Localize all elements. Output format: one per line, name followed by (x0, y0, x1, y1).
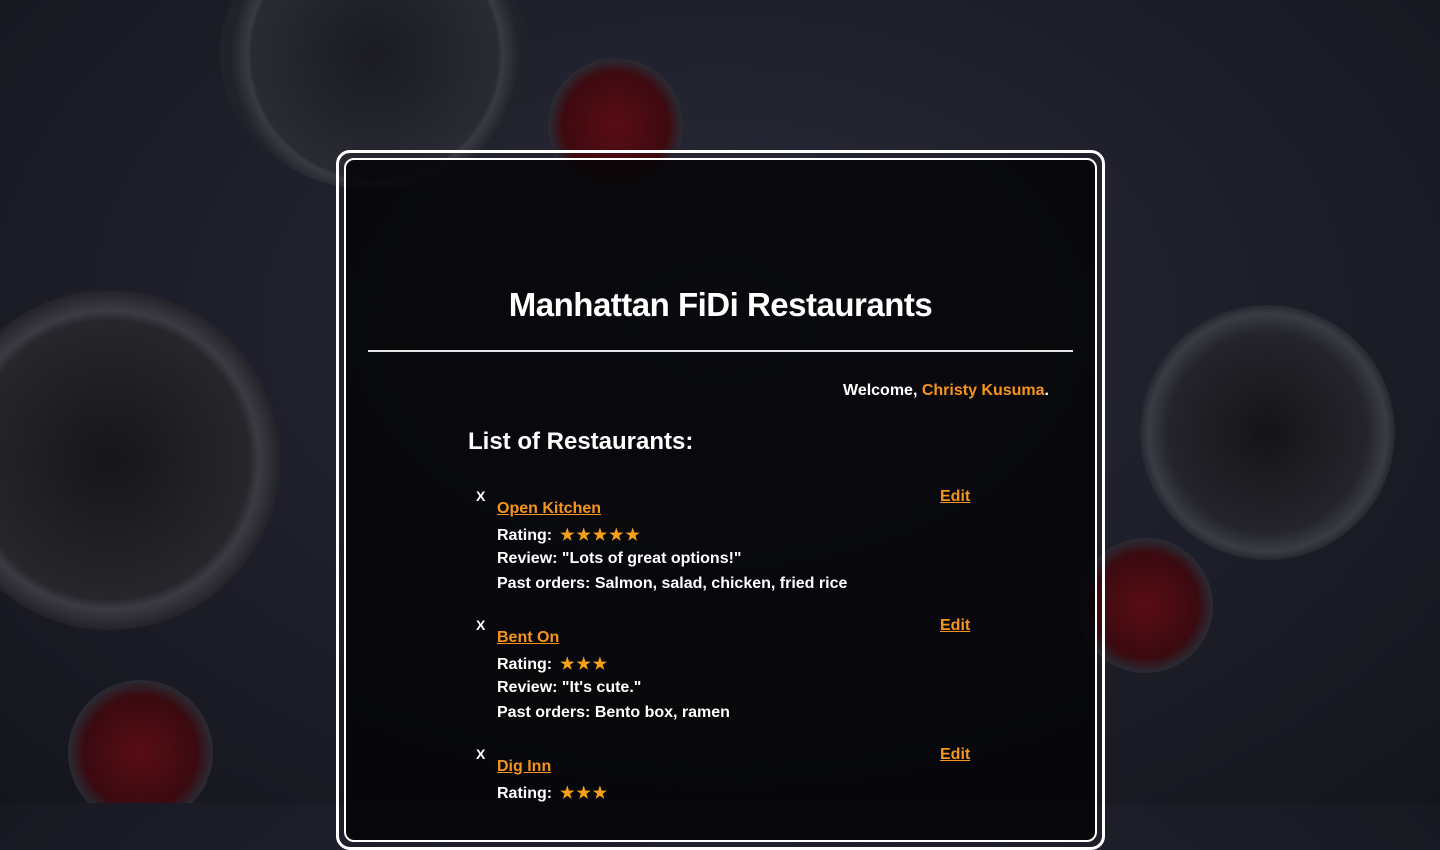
rating-label: Rating: (497, 785, 553, 802)
list-heading: List of Restaurants: (468, 428, 694, 455)
welcome-suffix: . (1044, 382, 1049, 399)
restaurant-details: Dig Inn Rating: ★★★ (497, 758, 609, 808)
main-panel: Manhattan FiDi Restaurants Welcome, Chri… (336, 150, 1105, 850)
review-text: Review: "It's cute." (497, 679, 642, 696)
edit-link[interactable]: Edit (940, 746, 970, 764)
user-name: Christy Kusuma (921, 382, 1045, 399)
rating-label: Rating: (497, 527, 553, 544)
pasta-bowl-image (1140, 305, 1395, 560)
pasta-plate-image (0, 290, 280, 630)
restaurant-name-link[interactable]: Bent On (497, 629, 730, 654)
past-orders-text: Past orders: Salmon, salad, chicken, fri… (497, 575, 848, 592)
star-icon: ★★★ (560, 656, 610, 673)
restaurant-name-link[interactable]: Dig Inn (497, 758, 609, 783)
delete-button[interactable]: X (476, 746, 485, 762)
title-divider (368, 350, 1073, 352)
restaurant-name-link[interactable]: Open Kitchen (497, 500, 847, 525)
welcome-message: Welcome, Christy Kusuma. (843, 382, 1049, 400)
restaurant-details: Bent On Rating: ★★★ Review: "It's cute." … (497, 629, 730, 729)
page-title: Manhattan FiDi Restaurants (508, 286, 933, 323)
star-icon: ★★★ (560, 785, 610, 802)
restaurant-details: Open Kitchen Rating: ★★★★★ Review: "Lots … (497, 500, 847, 600)
edit-link[interactable]: Edit (940, 617, 970, 635)
star-icon: ★★★★★ (560, 527, 642, 544)
wine-glass-image (68, 680, 213, 803)
review-text: Review: "Lots of great options!" (497, 550, 742, 567)
past-orders-text: Past orders: Bento box, ramen (497, 704, 730, 721)
edit-link[interactable]: Edit (940, 488, 970, 506)
rating-row: Rating: ★★★★★ (497, 525, 847, 550)
main-panel-inner: Manhattan FiDi Restaurants Welcome, Chri… (344, 158, 1097, 842)
delete-button[interactable]: X (476, 488, 485, 504)
rating-row: Rating: ★★★ (497, 783, 609, 808)
delete-button[interactable]: X (476, 617, 485, 633)
rating-row: Rating: ★★★ (497, 654, 730, 679)
welcome-prefix: Welcome, (843, 382, 922, 399)
rating-label: Rating: (497, 656, 553, 673)
